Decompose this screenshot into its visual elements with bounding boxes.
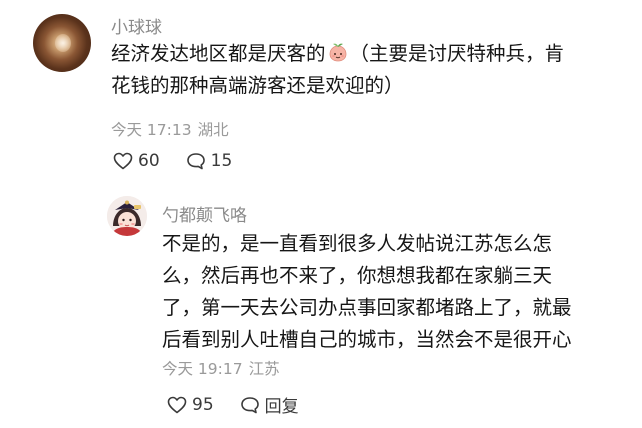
avatar-illustration <box>107 196 147 236</box>
reply-count: 15 <box>210 151 233 171</box>
like-count: 60 <box>138 151 160 171</box>
comment-line: 经济发达地区都是厌客的 （主要是讨厌特种兵，肯 <box>111 38 564 70</box>
reply-label: 回复 <box>264 397 299 417</box>
comment-line-text: 经济发达地区都是厌客的 <box>111 42 326 65</box>
reply-line: 么，然后再也不来了，你想想我都在家躺三天 <box>162 264 553 287</box>
reply-time: 今天 19:17 <box>162 360 243 378</box>
heart-outline-icon <box>113 152 133 170</box>
reply-body: 不是的，是一直看到很多人发帖说江苏怎么怎 么，然后再也不来了，你想想我都在家躺三… <box>162 228 572 356</box>
avatar-highlight <box>55 34 71 52</box>
reply-actions: 95 回复 <box>167 392 325 417</box>
comment-location: 湖北 <box>197 121 229 139</box>
reply-meta: 今天 19:17 江苏 <box>162 357 286 379</box>
reply-button[interactable]: 15 <box>186 151 233 171</box>
reply-like-count: 95 <box>192 394 214 415</box>
comment-line-text: （主要是讨厌特种兵，肯 <box>349 42 565 65</box>
speech-bubble-icon <box>186 153 205 170</box>
comment-username[interactable]: 小球球 <box>111 13 162 38</box>
comment-body: 经济发达地区都是厌客的 （主要是讨厌特种兵，肯 花钱的那种高端游客还是欢迎的） <box>111 38 564 102</box>
reply-reply-button[interactable]: 回复 <box>240 392 299 417</box>
reply-line: 后看到别人吐槽自己的城市，当然会不是很开心 <box>162 328 572 351</box>
avatar[interactable] <box>33 14 91 72</box>
like-button[interactable]: 60 <box>113 151 160 171</box>
peach-face-emoji <box>329 43 346 62</box>
reply-like-button[interactable]: 95 <box>167 395 214 415</box>
comment-meta: 今天 17:13 湖北 <box>111 118 235 140</box>
reply-location: 江苏 <box>248 360 280 378</box>
comment-actions: 60 15 <box>113 151 258 171</box>
heart-outline-icon <box>167 396 187 413</box>
reply-username[interactable]: 勺都颠飞咯 <box>162 201 247 226</box>
comment-line: 花钱的那种高端游客还是欢迎的） <box>111 74 404 97</box>
comment-time: 今天 17:13 <box>111 121 192 139</box>
reply-avatar[interactable] <box>107 196 147 236</box>
reply-line: 了，第一天去公司办点事回家都堵路上了，就最 <box>162 296 572 319</box>
speech-bubble-icon <box>240 396 259 413</box>
reply-line: 不是的，是一直看到很多人发帖说江苏怎么怎 <box>162 232 553 255</box>
